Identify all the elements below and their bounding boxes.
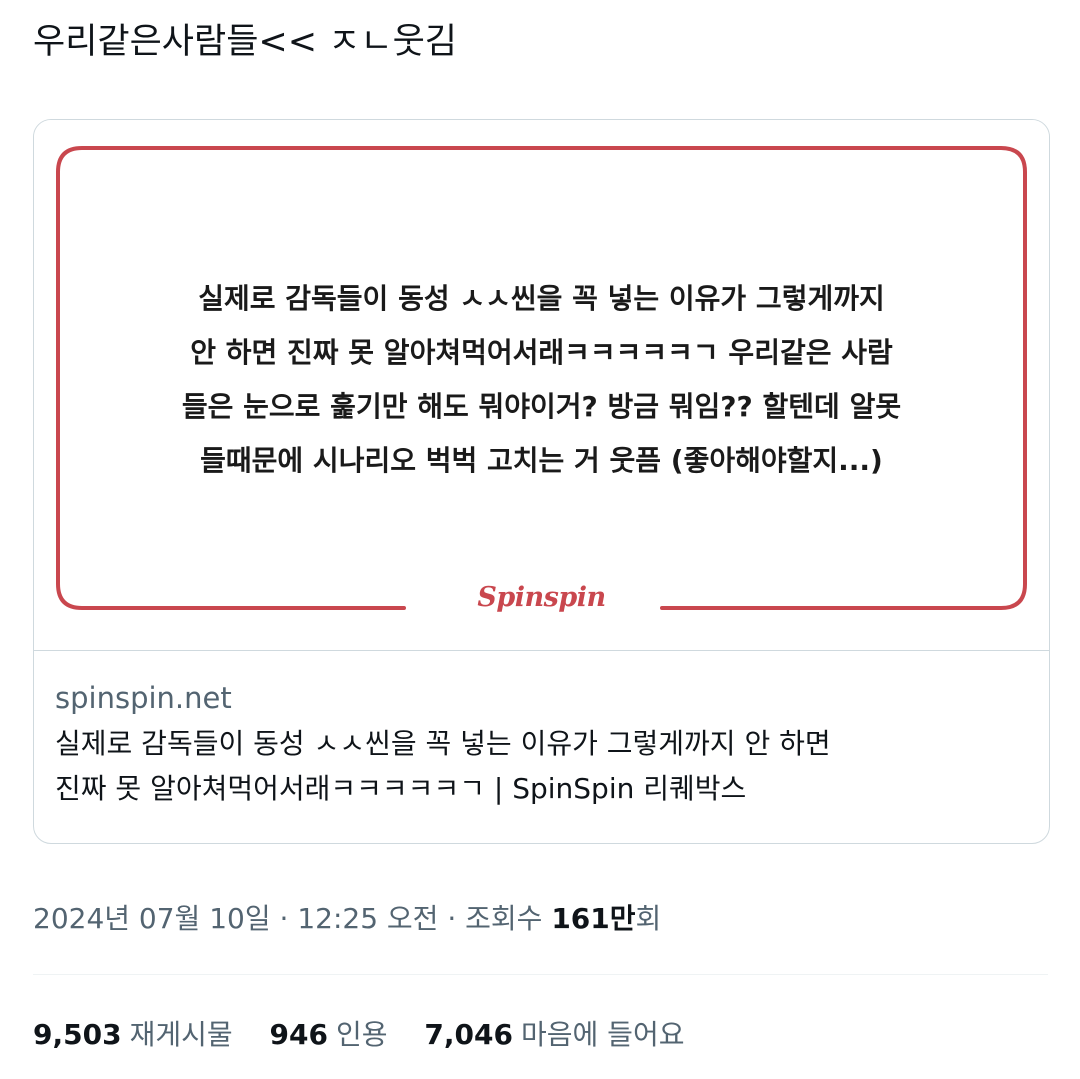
views-count: 161만 — [551, 902, 636, 935]
views-label: 조회수 — [465, 902, 543, 935]
quotes-label: 인용 — [335, 1018, 388, 1051]
likes-stat[interactable]: 7,046 마음에 들어요 — [424, 1012, 684, 1058]
card-meta[interactable]: spinspin.net 실제로 감독들이 동성 ㅅㅅ씬을 꼭 넣는 이유가 그… — [55, 675, 1015, 811]
card-domain: spinspin.net — [55, 681, 232, 715]
likes-count: 7,046 — [424, 1018, 513, 1051]
caption-line: 안 하면 진짜 못 알아쳐먹어서래ㅋㅋㅋㅋㅋㄱ 우리같은 사람 — [190, 336, 893, 369]
card-title: 실제로 감독들이 동성 ㅅㅅ씬을 꼭 넣는 이유가 그렇게까지 안 하면 진짜 … — [55, 721, 1015, 811]
tweet-text: 우리같은사람들<< ㅈㄴ웃김 — [33, 22, 457, 62]
divider — [33, 974, 1048, 975]
card-image[interactable]: 실제로 감독들이 동성 ㅅㅅ씬을 꼭 넣는 이유가 그렇게까지 안 하면 진짜 … — [34, 120, 1049, 651]
caption-line: 실제로 감독들이 동성 ㅅㅅ씬을 꼭 넣는 이유가 그렇게까지 — [198, 282, 885, 315]
retweets-count: 9,503 — [33, 1018, 122, 1051]
quotes-stat[interactable]: 946 인용 — [270, 1012, 388, 1058]
retweets-stat[interactable]: 9,503 재게시물 — [33, 1012, 233, 1058]
likes-label: 마음에 들어요 — [521, 1018, 685, 1051]
card-image-caption: 실제로 감독들이 동성 ㅅㅅ씬을 꼭 넣는 이유가 그렇게까지 안 하면 진짜 … — [74, 272, 1009, 488]
tweet-date[interactable]: 2024년 07월 10일 — [33, 902, 271, 935]
retweets-label: 재게시물 — [129, 1018, 233, 1051]
views-suffix: 회 — [635, 902, 662, 935]
card-title-line: 진짜 못 알아쳐먹어서래ㅋㅋㅋㅋㅋㄱ | SpinSpin 리퀘박스 — [55, 772, 747, 805]
spinspin-logo: Spinspin — [444, 582, 639, 613]
quotes-count: 946 — [269, 1018, 328, 1051]
tweet-timestamp: 2024년 07월 10일 · 12:25 오전 · 조회수 161만회 — [33, 896, 661, 942]
card-title-line: 실제로 감독들이 동성 ㅅㅅ씬을 꼭 넣는 이유가 그렇게까지 안 하면 — [55, 727, 831, 760]
caption-line: 들때문에 시나리오 벅벅 고치는 거 웃픔 (좋아해야할지...) — [200, 444, 883, 477]
tweet-time[interactable]: 12:25 오전 — [297, 902, 438, 935]
caption-line: 들은 눈으로 훑기만 해도 뭐야이거? 방금 뭐임?? 할텐데 알못 — [181, 390, 902, 423]
separator: · — [270, 902, 298, 935]
separator: · — [438, 902, 466, 935]
link-card[interactable]: 실제로 감독들이 동성 ㅅㅅ씬을 꼭 넣는 이유가 그렇게까지 안 하면 진짜 … — [33, 119, 1050, 844]
engagement-stats: 9,503 재게시물 946 인용 7,046 마음에 들어요 — [33, 1012, 712, 1058]
